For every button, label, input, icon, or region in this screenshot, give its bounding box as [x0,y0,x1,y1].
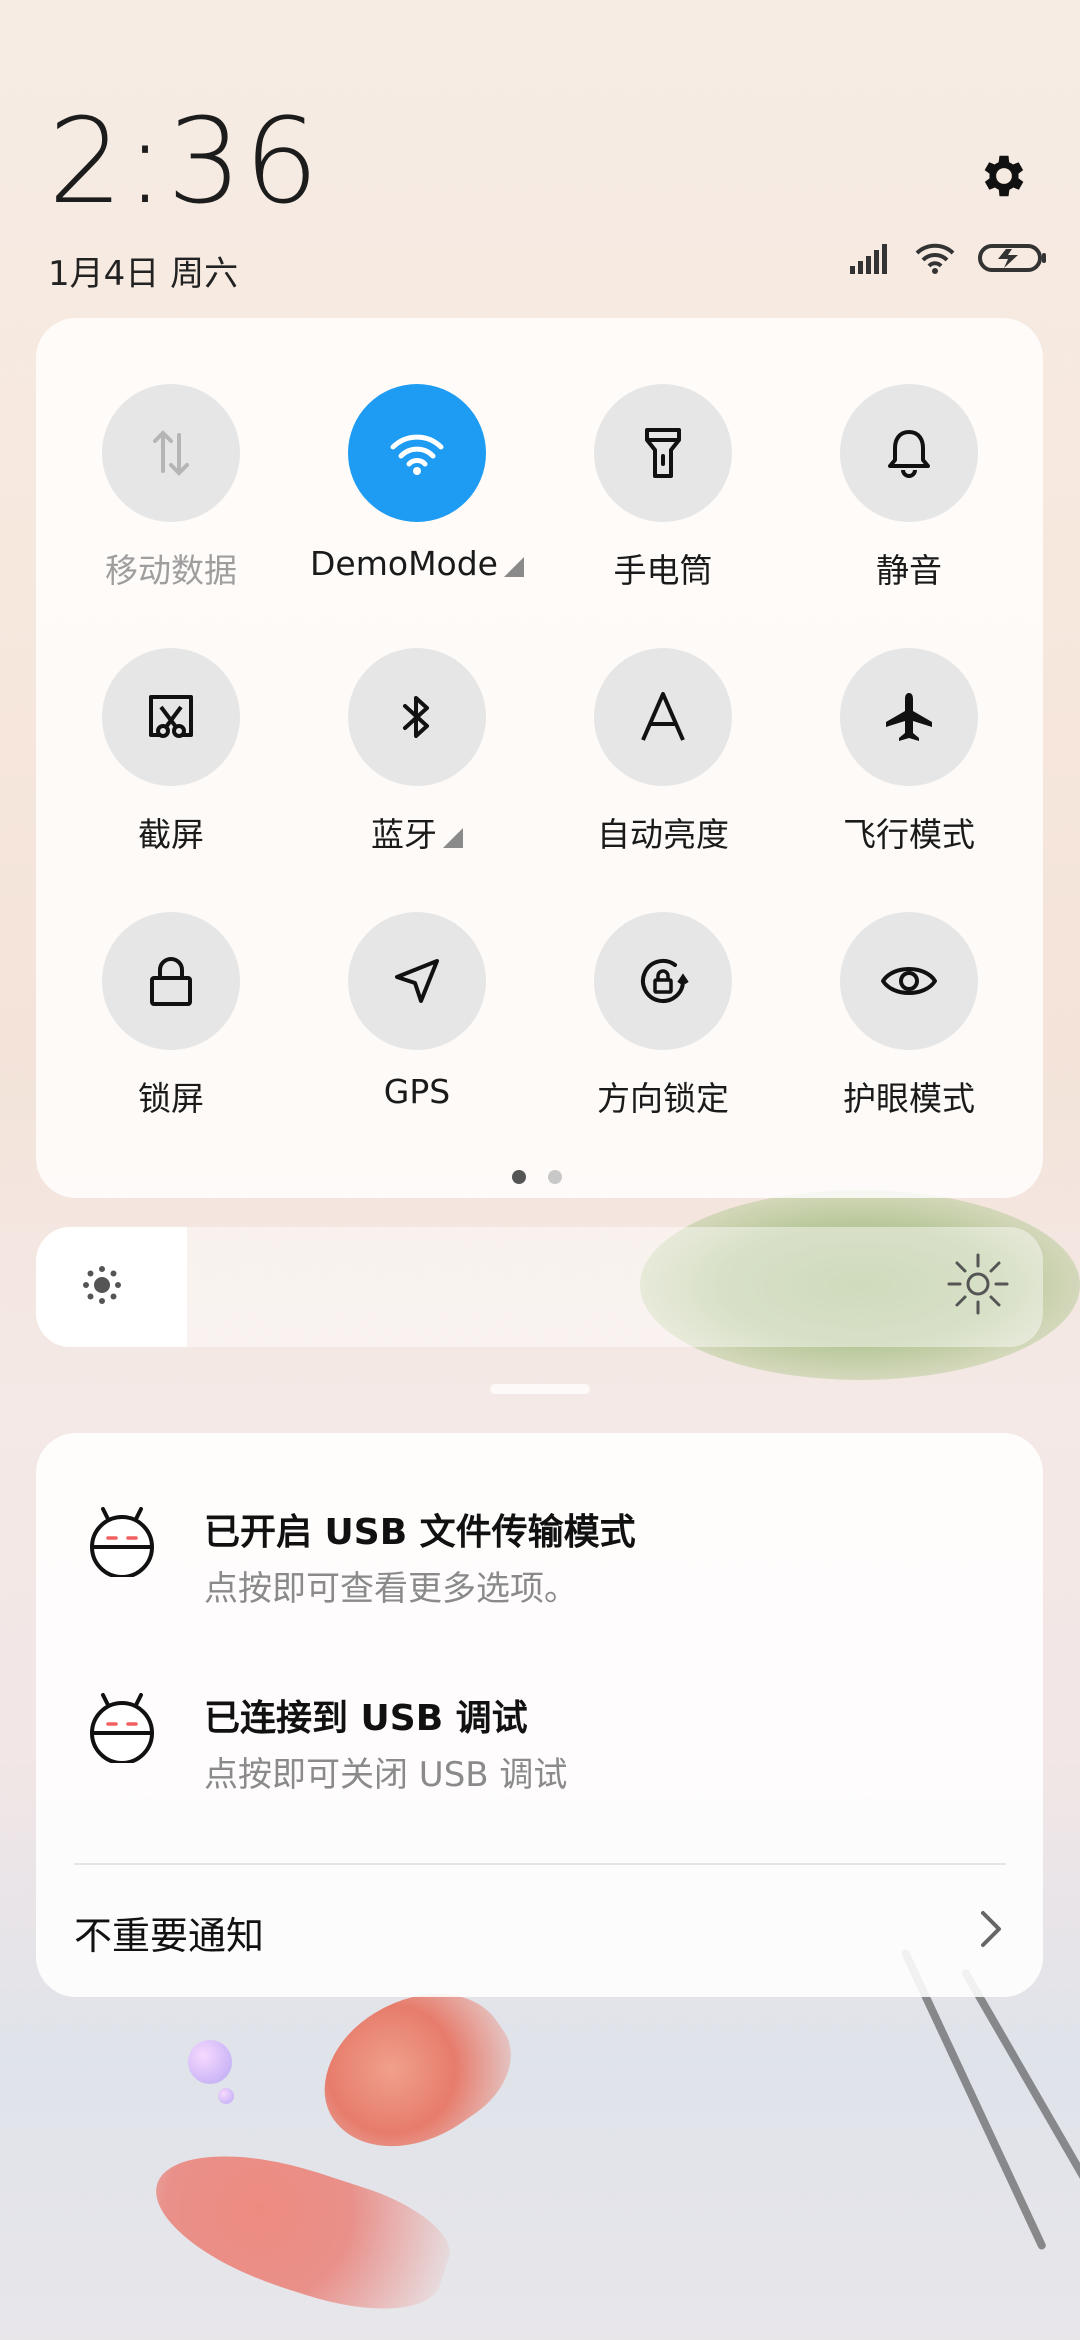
wallpaper-stem [960,1968,1080,2284]
tile-button[interactable] [840,912,978,1050]
tile-button[interactable] [102,912,240,1050]
tile-button[interactable] [102,384,240,522]
page-indicator [512,1170,562,1184]
tile-bluetooth[interactable]: 蓝牙 [294,648,540,868]
tile-label: 手电筒 [613,551,713,590]
tile-button[interactable] [594,384,732,522]
tile-rotation-lock[interactable]: 方向锁定 [540,912,786,1132]
tile-mute[interactable]: 静音 [786,384,1032,604]
page-dot[interactable] [548,1170,562,1184]
airplane-icon [886,693,932,741]
wifi-icon [915,243,955,274]
battery-charging-icon [978,244,1046,272]
tile-wifi[interactable]: DemoMode [294,384,540,604]
flashlight-icon [645,428,681,478]
android-icon [90,1693,154,1763]
clock[interactable]: 2:36 [48,102,321,220]
status-bar-icons [850,242,1048,274]
expand-indicator-icon [503,557,524,577]
tile-auto-brightness[interactable]: 自动亮度 [540,648,786,868]
tile-button[interactable] [840,648,978,786]
notification-title: 已开启 USB 文件传输模式 [204,1512,636,1553]
date[interactable]: 1月4日 周六 [48,246,238,295]
wallpaper-koi [138,2126,462,2334]
tile-mobile-data[interactable]: 移动数据 [48,384,294,604]
unimportant-notifications-row[interactable]: 不重要通知 [36,1869,1043,1989]
rotation-lock-icon [641,959,689,1003]
signal-icon [850,244,887,274]
bluetooth-icon [403,696,429,738]
tile-label: 方向锁定 [597,1079,729,1118]
tile-airplane-mode[interactable]: 飞行模式 [786,648,1032,868]
wallpaper-bubble [188,2040,232,2084]
tile-button[interactable] [348,384,486,522]
tile-label: 截屏 [138,815,204,854]
expand-indicator-icon [443,828,463,848]
notification-item[interactable]: 已连接到 USB 调试 点按即可关闭 USB 调试 [36,1619,1043,1795]
notification-title: 已连接到 USB 调试 [204,1698,528,1739]
screenshot-icon [149,695,193,738]
tile-label: 自动亮度 [597,815,729,854]
tile-gps[interactable]: GPS [294,912,540,1132]
tile-label: 飞行模式 [843,815,975,854]
tile-button[interactable] [594,648,732,786]
eye-icon [881,967,937,995]
android-icon [90,1507,154,1577]
notification-subtitle: 点按即可查看更多选项。 [204,1569,578,1609]
tile-flashlight[interactable]: 手电筒 [540,384,786,604]
tile-label: 锁屏 [138,1079,204,1118]
tile-label-row: DemoMode [294,544,540,583]
wifi-icon [390,434,444,475]
tile-button[interactable] [840,384,978,522]
tile-eye-comfort[interactable]: 护眼模式 [786,912,1032,1132]
brightness-slider[interactable] [36,1227,1043,1347]
tile-button[interactable] [348,648,486,786]
notification-subtitle: 点按即可关闭 USB 调试 [204,1755,568,1795]
bell-icon [888,430,930,478]
tile-label: 护眼模式 [843,1079,975,1118]
tile-label: 静音 [876,551,942,590]
notification-item[interactable]: 已开启 USB 文件传输模式 点按即可查看更多选项。 [36,1433,1043,1609]
gear-icon [984,155,1024,197]
unimportant-notifications-label: 不重要通知 [74,1914,265,1958]
notification-panel: 已开启 USB 文件传输模式 点按即可查看更多选项。 已连接到 USB 调试 点… [36,1433,1043,1997]
auto-brightness-icon [641,692,685,741]
tile-button[interactable] [348,912,486,1050]
chevron-right-icon [981,1911,1001,1947]
wallpaper-bubble [218,2088,234,2104]
tile-screenshot[interactable]: 截屏 [48,648,294,868]
brightness-low-icon [83,1266,121,1304]
tile-label: GPS [383,1072,451,1111]
page-dot-active[interactable] [512,1170,526,1184]
tile-label: 移动数据 [105,551,237,590]
lock-icon [150,957,192,1006]
location-icon [395,959,439,1003]
tile-label: DemoMode [310,544,498,583]
divider [74,1863,1006,1865]
drag-handle[interactable] [490,1384,590,1394]
brightness-high-icon [947,1253,1009,1315]
tile-lock-screen[interactable]: 锁屏 [48,912,294,1132]
settings-button[interactable] [974,146,1034,206]
tile-label-row: 蓝牙 [294,808,540,856]
mobile-data-icon [153,430,189,476]
tile-label: 蓝牙 [371,815,437,854]
tile-button[interactable] [102,648,240,786]
tile-button[interactable] [594,912,732,1050]
